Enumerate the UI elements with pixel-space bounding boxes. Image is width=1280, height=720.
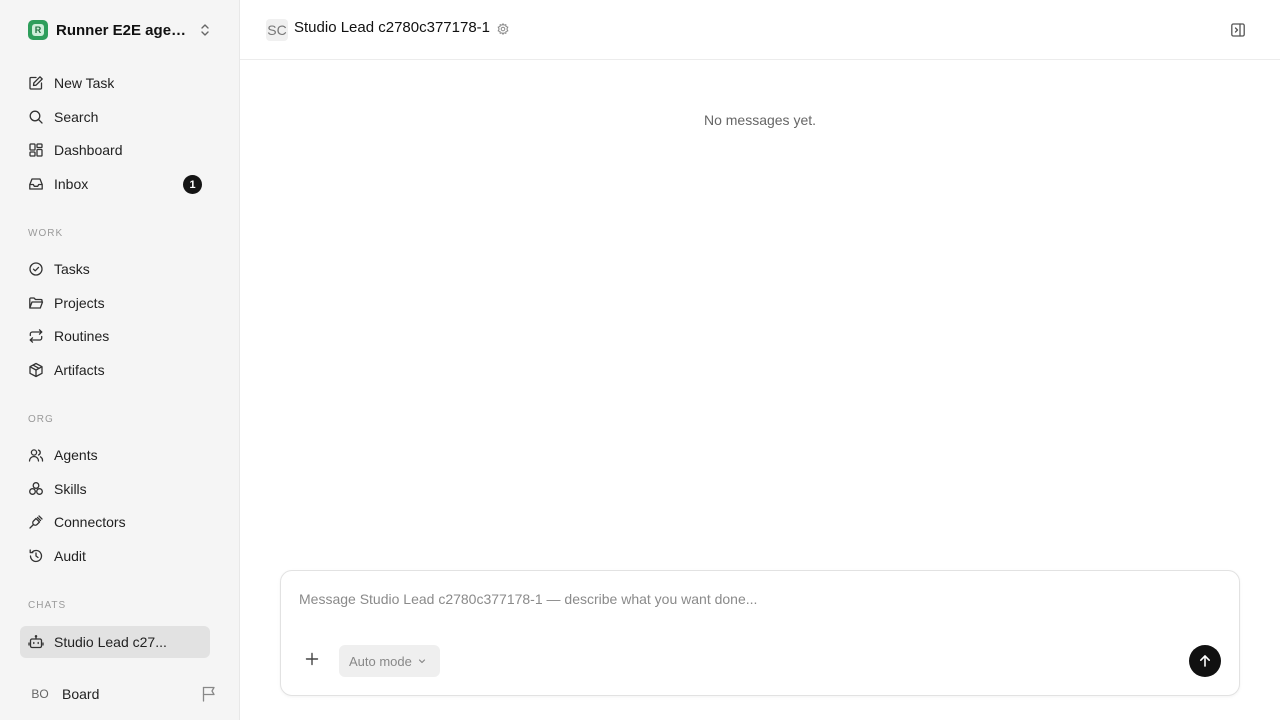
dashboard-icon: [29, 143, 43, 157]
chat-agent-avatar: SC: [266, 19, 288, 41]
repeat-icon: [29, 329, 43, 343]
chevron-up-down-icon: [201, 24, 209, 36]
section-work: WORK: [28, 228, 64, 239]
chat-header: SC Studio Lead c2780c377178-1: [240, 0, 1280, 60]
user-avatar: BO: [31, 687, 49, 701]
chat-title: Studio Lead c2780c377178-1: [294, 19, 490, 36]
skills-icon: [29, 482, 43, 495]
nav-dashboard-label: Dashboard: [54, 142, 123, 158]
nav-audit-label: Audit: [54, 548, 86, 564]
plus-icon: [305, 652, 319, 666]
nav-tasks[interactable]: Tasks: [20, 254, 210, 284]
chevron-down-icon: [418, 659, 425, 664]
empty-state-text: No messages yet.: [703, 112, 817, 128]
message-composer: Auto mode: [280, 570, 1240, 696]
search-icon: [29, 110, 43, 124]
folder-icon: [29, 297, 44, 309]
workspace-name: Runner E2E agen...: [56, 21, 192, 39]
inbox-count-badge: 1: [183, 175, 202, 194]
nav-agents[interactable]: Agents: [20, 440, 210, 470]
nav-search-label: Search: [54, 109, 99, 125]
history-icon: [29, 549, 43, 563]
arrow-up-icon: [1200, 655, 1210, 667]
add-attachment-button[interactable]: [305, 651, 319, 669]
check-circle-icon: [29, 262, 43, 276]
edit-icon: [29, 76, 43, 90]
sidebar: R Runner E2E agen... New Task Search Das…: [0, 0, 240, 720]
section-chats: CHATS: [28, 600, 67, 611]
message-input[interactable]: [299, 591, 1199, 631]
nav-new-task[interactable]: New Task: [20, 68, 210, 98]
chat-item-studio-lead[interactable]: Studio Lead c27...: [20, 626, 210, 658]
flag-icon[interactable]: [200, 685, 218, 703]
nav-dashboard[interactable]: Dashboard: [20, 135, 210, 165]
nav-skills-label: Skills: [54, 481, 87, 497]
mode-select-label: Auto mode: [349, 653, 412, 669]
nav-projects-label: Projects: [54, 295, 105, 311]
workspace-logo: R: [28, 20, 48, 40]
nav-agents-label: Agents: [54, 447, 98, 463]
nav-search[interactable]: Search: [20, 102, 210, 132]
nav-inbox[interactable]: Inbox 1: [20, 169, 210, 199]
inbox-icon: [29, 178, 43, 190]
send-button[interactable]: [1189, 645, 1221, 677]
mode-select[interactable]: Auto mode: [339, 645, 440, 677]
nav-audit[interactable]: Audit: [20, 541, 210, 571]
user-name: Board: [62, 686, 100, 702]
nav-projects[interactable]: Projects: [20, 288, 210, 318]
nav-skills[interactable]: Skills: [20, 474, 210, 504]
nav-artifacts-label: Artifacts: [54, 362, 105, 378]
package-icon: [29, 362, 43, 378]
nav-routines[interactable]: Routines: [20, 321, 210, 351]
nav-artifacts[interactable]: Artifacts: [20, 355, 210, 385]
nav-tasks-label: Tasks: [54, 261, 90, 277]
plug-icon: [29, 515, 43, 529]
bot-icon: [28, 634, 44, 649]
section-org: ORG: [28, 414, 54, 425]
nav-routines-label: Routines: [54, 328, 110, 344]
chat-item-label: Studio Lead c27...: [54, 634, 167, 650]
panel-right-icon[interactable]: [1230, 22, 1246, 38]
users-icon: [28, 449, 44, 462]
workspace-switcher[interactable]: R Runner E2E agen...: [20, 14, 220, 46]
nav-connectors-label: Connectors: [54, 514, 126, 530]
nav-new-task-label: New Task: [54, 75, 115, 91]
user-profile[interactable]: BO Board: [20, 680, 220, 708]
nav-inbox-label: Inbox: [54, 176, 89, 192]
nav-connectors[interactable]: Connectors: [20, 507, 210, 537]
gear-icon[interactable]: [497, 23, 509, 35]
